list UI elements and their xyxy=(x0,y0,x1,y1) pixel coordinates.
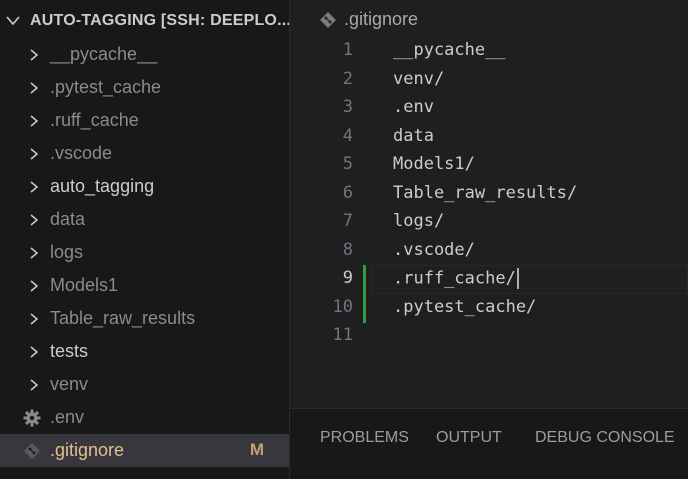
tree-item-label: venv xyxy=(50,374,89,394)
line-text: Table_raw_results/ xyxy=(393,183,578,203)
line-number: 9 xyxy=(342,268,353,288)
explorer-sidebar: AUTO-TAGGING [SSH: DEEPLO... __pycache__… xyxy=(0,0,290,479)
line-number: 1 xyxy=(342,40,353,60)
code-line[interactable]: 1 __pycache__ xyxy=(290,37,688,66)
tree-item-label: .env xyxy=(50,407,85,427)
tree-item-vscode[interactable]: .vscode xyxy=(0,137,289,170)
tree-item-pytest-cache[interactable]: .pytest_cache xyxy=(0,71,289,104)
chevron-right-icon xyxy=(30,214,39,226)
git-diamond-icon xyxy=(24,443,40,459)
line-text: .env xyxy=(393,97,434,117)
tree-item-logs[interactable]: logs xyxy=(0,236,289,269)
explorer-header[interactable]: AUTO-TAGGING [SSH: DEEPLO... xyxy=(0,5,290,37)
tree-item-venv[interactable]: venv xyxy=(0,368,289,401)
code-line[interactable]: 4 data xyxy=(290,123,688,152)
chevron-right-icon xyxy=(30,181,39,193)
line-text: venv/ xyxy=(393,69,445,89)
chevron-right-icon xyxy=(30,82,39,94)
line-text: data xyxy=(393,126,434,146)
chevron-down-icon xyxy=(6,16,20,26)
editor-area[interactable]: .gitignore 1 __pycache__ 2 venv/ 3 .env … xyxy=(290,0,688,408)
bottom-panel: PROBLEMS OUTPUT DEBUG CONSOLE xyxy=(290,408,688,479)
tree-item-data[interactable]: data xyxy=(0,203,289,236)
tree-item-pycache[interactable]: __pycache__ xyxy=(0,38,289,71)
tree-item-label: logs xyxy=(50,242,84,262)
line-number: 3 xyxy=(342,97,353,117)
chevron-right-icon xyxy=(30,49,39,61)
line-number: 2 xyxy=(342,69,353,89)
code-line[interactable]: 8 .vscode/ xyxy=(290,237,688,266)
line-text: Models1/ xyxy=(393,154,475,174)
chevron-right-icon xyxy=(30,247,39,259)
tree-item-label: Table_raw_results xyxy=(50,308,196,328)
git-status-badge: M xyxy=(249,440,264,459)
code-line[interactable]: 5 Models1/ xyxy=(290,151,688,180)
tree-item-label: .ruff_cache xyxy=(50,110,139,130)
chevron-right-icon xyxy=(30,346,39,358)
git-diamond-icon xyxy=(320,11,336,28)
gear-icon xyxy=(23,409,41,427)
tree-item-env[interactable]: .env xyxy=(0,401,289,434)
tree-item-label: .pytest_cache xyxy=(50,77,162,97)
line-number: 5 xyxy=(342,154,353,174)
gutter-added-marker xyxy=(363,294,366,323)
workspace-title: AUTO-TAGGING [SSH: DEEPLO... xyxy=(30,12,290,29)
tree-item-label: auto_tagging xyxy=(50,176,155,196)
tab-output[interactable]: OUTPUT xyxy=(436,429,502,447)
text-cursor xyxy=(516,268,519,289)
tab-debug-console[interactable]: DEBUG CONSOLE xyxy=(535,429,675,447)
tree-item-auto-tagging[interactable]: auto_tagging xyxy=(0,170,289,203)
tree-item-label: .gitignore xyxy=(50,440,125,460)
code-line[interactable]: 6 Table_raw_results/ xyxy=(290,180,688,209)
line-text: logs/ xyxy=(393,211,445,231)
chevron-right-icon xyxy=(30,379,39,391)
code-line[interactable]: 3 .env xyxy=(290,94,688,123)
line-number: 10 xyxy=(332,297,353,317)
line-text: .ruff_cache/ xyxy=(393,268,519,289)
code-line[interactable]: 11 xyxy=(290,322,688,351)
line-number: 4 xyxy=(342,126,353,146)
tree-item-label: data xyxy=(50,209,86,229)
chevron-right-icon xyxy=(30,280,39,292)
tree-item-label: Models1 xyxy=(50,275,119,295)
breadcrumb[interactable]: .gitignore xyxy=(318,9,418,30)
tree-item-ruff-cache[interactable]: .ruff_cache xyxy=(0,104,289,137)
tree-item-label: tests xyxy=(50,341,89,361)
line-text-content: .ruff_cache/ xyxy=(393,268,516,289)
tree-item-label: .vscode xyxy=(50,143,113,163)
chevron-right-icon xyxy=(30,313,39,325)
tree-item-tests[interactable]: tests xyxy=(0,335,289,368)
chevron-right-icon xyxy=(30,148,39,160)
tree-item-table-raw-results[interactable]: Table_raw_results xyxy=(0,302,289,335)
chevron-right-icon xyxy=(30,115,39,127)
code-line-current[interactable]: 9 .ruff_cache/ xyxy=(290,265,688,294)
line-number: 7 xyxy=(342,211,353,231)
gutter-added-marker xyxy=(363,265,366,294)
line-text: __pycache__ xyxy=(393,40,506,60)
line-number: 8 xyxy=(342,240,353,260)
line-number: 11 xyxy=(332,325,353,345)
tree-item-gitignore[interactable]: .gitignore M xyxy=(0,434,289,467)
line-text: .pytest_cache/ xyxy=(393,297,537,317)
code-line[interactable]: 7 logs/ xyxy=(290,208,688,237)
code-line[interactable]: 2 venv/ xyxy=(290,66,688,95)
tree-item-models1[interactable]: Models1 xyxy=(0,269,289,302)
line-number: 6 xyxy=(342,183,353,203)
line-text: .vscode/ xyxy=(393,240,475,260)
code-line[interactable]: 10 .pytest_cache/ xyxy=(290,294,688,323)
breadcrumb-filename: .gitignore xyxy=(344,9,419,29)
tree-item-label: __pycache__ xyxy=(50,44,158,64)
tab-problems[interactable]: PROBLEMS xyxy=(320,429,409,447)
